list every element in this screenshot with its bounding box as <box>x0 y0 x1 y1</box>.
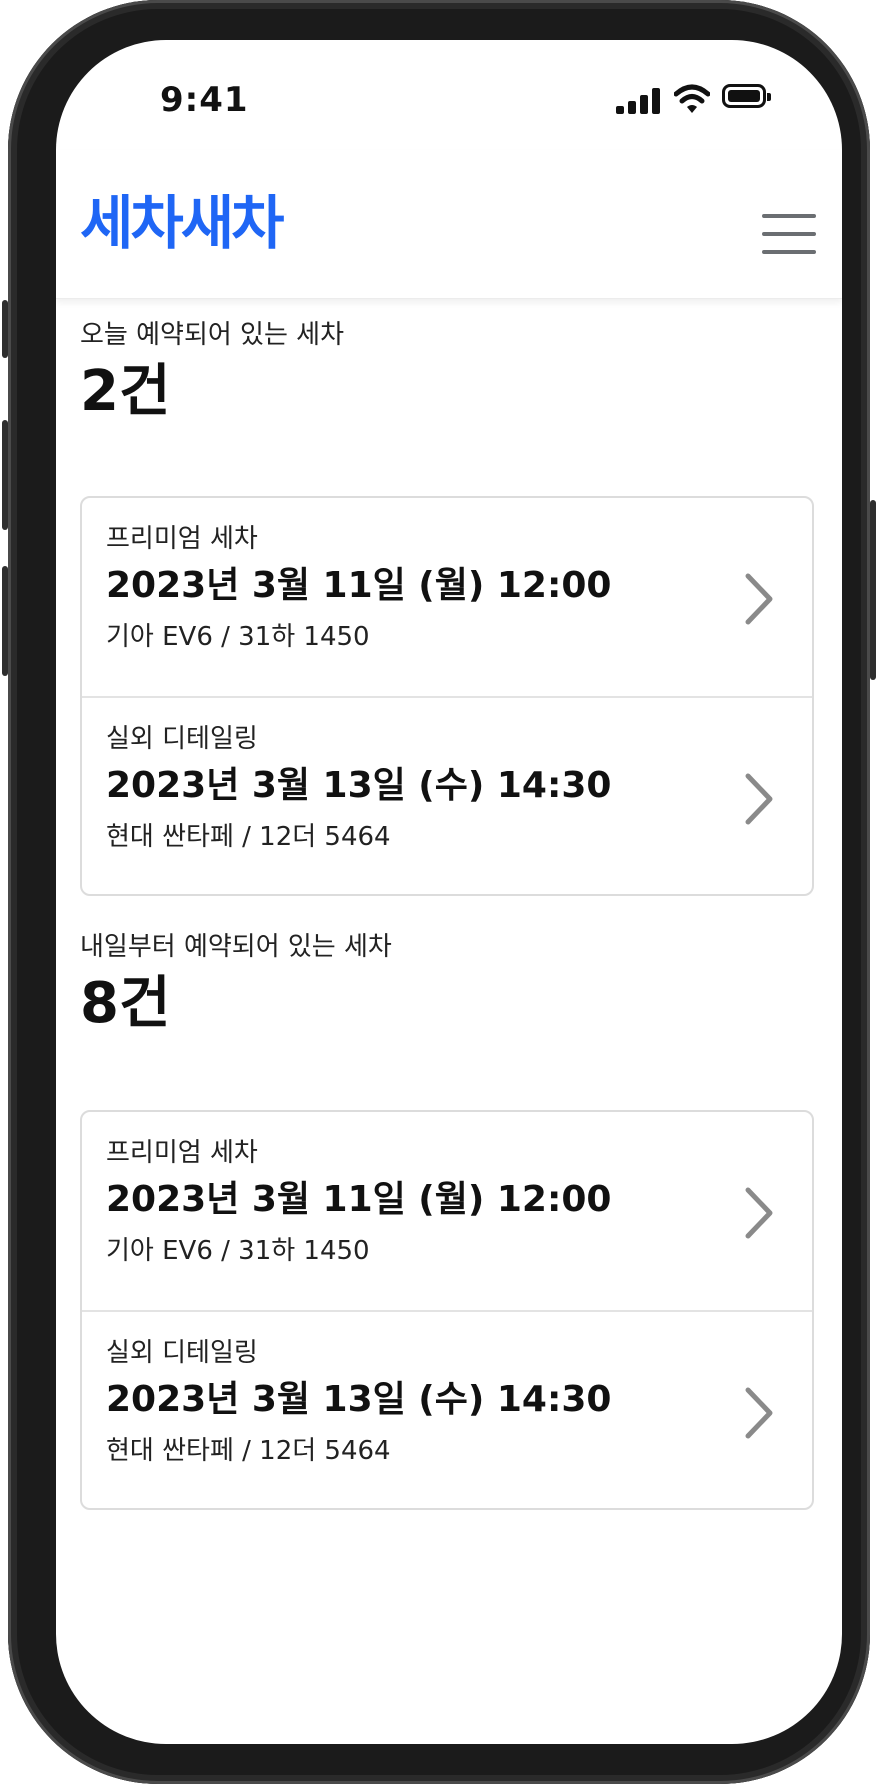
chevron-right-icon <box>745 573 773 625</box>
car-info: 현대 싼타페 / 12더 5464 <box>106 1436 391 1466</box>
reservation-datetime: 2023년 3월 13일 (수) 14:30 <box>106 765 612 806</box>
status-time: 9:41 <box>160 80 249 120</box>
car-info: 기아 EV6 / 31하 1450 <box>106 622 370 652</box>
hamburger-menu-icon[interactable] <box>762 214 816 254</box>
service-name: 프리미엄 세차 <box>106 1138 258 1168</box>
service-name: 프리미엄 세차 <box>106 524 258 554</box>
power-button <box>870 500 876 680</box>
chevron-right-icon <box>745 1387 773 1439</box>
section-label: 오늘 예약되어 있는 세차 <box>80 320 344 350</box>
volume-up-button <box>2 420 8 530</box>
mute-switch <box>2 300 8 358</box>
reservation-count: 2건 <box>80 359 171 424</box>
volume-down-button <box>2 566 8 676</box>
cellular-signal-icon <box>616 88 660 114</box>
reservation-item[interactable]: 실외 디테일링 2023년 3월 13일 (수) 14:30 현대 싼타페 / … <box>82 1310 812 1508</box>
car-info: 현대 싼타페 / 12더 5464 <box>106 822 391 852</box>
reservation-datetime: 2023년 3월 11일 (월) 12:00 <box>106 565 612 606</box>
chevron-right-icon <box>745 1187 773 1239</box>
service-name: 실외 디테일링 <box>106 1338 258 1368</box>
reservation-item[interactable]: 프리미엄 세차 2023년 3월 11일 (월) 12:00 기아 EV6 / … <box>82 498 812 696</box>
section-label: 내일부터 예약되어 있는 세차 <box>80 932 392 962</box>
wifi-icon <box>674 84 710 113</box>
app-logo[interactable]: 세차새차 <box>80 194 284 252</box>
reservation-item[interactable]: 프리미엄 세차 2023년 3월 11일 (월) 12:00 기아 EV6 / … <box>82 1112 812 1310</box>
chevron-right-icon <box>745 773 773 825</box>
phone-frame: 9:41 세차새차 오늘 예약되어 있는 세차 2건 프리미엄 세차 2023년… <box>2 0 876 1784</box>
reservation-item[interactable]: 실외 디테일링 2023년 3월 13일 (수) 14:30 현대 싼타페 / … <box>82 696 812 894</box>
battery-icon <box>722 84 771 108</box>
service-name: 실외 디테일링 <box>106 724 258 754</box>
reservation-datetime: 2023년 3월 11일 (월) 12:00 <box>106 1179 612 1220</box>
status-bar: 9:41 <box>56 40 842 150</box>
app-header: 세차새차 <box>56 150 842 299</box>
app-screen: 9:41 세차새차 오늘 예약되어 있는 세차 2건 프리미엄 세차 2023년… <box>56 40 842 1744</box>
reservation-count: 8건 <box>80 971 171 1036</box>
reservation-card: 프리미엄 세차 2023년 3월 11일 (월) 12:00 기아 EV6 / … <box>80 1110 814 1510</box>
reservation-datetime: 2023년 3월 13일 (수) 14:30 <box>106 1379 612 1420</box>
car-info: 기아 EV6 / 31하 1450 <box>106 1236 370 1266</box>
reservation-card: 프리미엄 세차 2023년 3월 11일 (월) 12:00 기아 EV6 / … <box>80 496 814 896</box>
